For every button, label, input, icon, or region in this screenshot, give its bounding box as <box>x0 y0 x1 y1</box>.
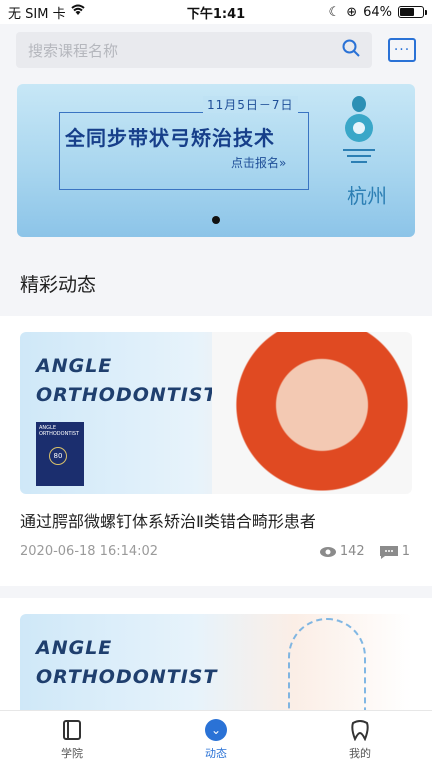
carrier-label: 无 SIM 卡 <box>8 6 66 22</box>
tab-label: 动态 <box>205 747 227 760</box>
more-dots-icon: ··· <box>393 42 411 58</box>
course-banner[interactable]: 11月5日－7日 全同步带状弓矫治技术 点击报名» 杭州 <box>17 84 415 237</box>
journal-title-line: ORTHODONTIST <box>36 666 218 688</box>
journal-title-line: ANGLE <box>36 355 113 377</box>
tab-feed[interactable]: ⌄ 动态 <box>144 711 288 768</box>
view-count-value: 142 <box>339 544 365 559</box>
post-image: ANGLE ORTHODONTIST <box>20 614 412 718</box>
message-button[interactable]: ··· <box>388 38 416 62</box>
tab-label: 我的 <box>349 747 371 760</box>
cover-title: ANGLE ORTHODONTIST <box>39 425 80 437</box>
status-right: ☾ ⊕ 64% <box>328 4 427 20</box>
journal-title-line: ANGLE <box>36 637 113 659</box>
status-bar: 无 SIM 卡 下午1:41 ☾ ⊕ 64% <box>0 0 432 24</box>
search-placeholder: 搜索课程名称 <box>28 41 119 60</box>
eye-icon <box>319 546 336 557</box>
tab-academy[interactable]: 学院 <box>0 711 144 768</box>
status-left: 无 SIM 卡 <box>8 3 86 22</box>
search-row: 搜索课程名称 ··· <box>0 28 432 72</box>
banner-register-link[interactable]: 点击报名» <box>231 154 286 171</box>
banner-city: 杭州 <box>347 184 387 208</box>
journal-cover: ANGLE ORTHODONTIST 80 <box>36 422 84 486</box>
comment-count-value: 1 <box>401 544 410 559</box>
smiling-woman-photo <box>212 332 412 494</box>
post-card[interactable]: ANGLE ORTHODONTIST <box>0 598 432 718</box>
post-stats: 142 1 <box>319 544 410 559</box>
journal-title-line: ORTHODONTIST <box>36 384 218 406</box>
search-icon[interactable] <box>342 39 360 61</box>
hangzhou-logo-icon <box>343 96 375 163</box>
search-input[interactable]: 搜索课程名称 <box>16 32 372 68</box>
tab-bar: 学院 ⌄ 动态 我的 <box>0 710 432 768</box>
post-card[interactable]: ANGLE ORTHODONTIST ANGLE ORTHODONTIST 80… <box>0 316 432 586</box>
tab-label: 学院 <box>61 747 83 760</box>
chevron-down-circle-icon: ⌄ <box>204 718 228 742</box>
battery-level <box>400 8 415 16</box>
moon-icon: ☾ <box>328 4 341 20</box>
orientation-lock-icon: ⊕ <box>346 4 358 20</box>
view-count: 142 <box>319 544 365 559</box>
comment-count[interactable]: 1 <box>379 544 410 559</box>
battery-icon <box>398 6 427 18</box>
post-image: ANGLE ORTHODONTIST ANGLE ORTHODONTIST 80 <box>20 332 412 494</box>
banner-title: 全同步带状弓矫治技术 <box>65 126 275 150</box>
post-date: 2020-06-18 16:14:02 <box>20 544 159 559</box>
post-title: 通过腭部微螺钉体系矫治Ⅱ类错合畸形患者 <box>20 512 316 531</box>
tooth-icon <box>348 718 372 742</box>
journal-title: ANGLE ORTHODONTIST <box>36 634 217 692</box>
comment-icon <box>379 545 398 559</box>
wifi-icon <box>70 4 86 20</box>
tab-profile[interactable]: 我的 <box>288 711 432 768</box>
wireframe-head-illustration <box>288 618 366 718</box>
banner-date: 11月5日－7日 <box>203 96 298 113</box>
book-icon <box>60 718 84 742</box>
section-title: 精彩动态 <box>20 274 97 296</box>
cover-badge: 80 <box>49 447 67 465</box>
journal-title: ANGLE ORTHODONTIST <box>36 352 217 410</box>
carousel-indicator[interactable] <box>212 216 220 224</box>
battery-percent: 64% <box>363 4 392 20</box>
